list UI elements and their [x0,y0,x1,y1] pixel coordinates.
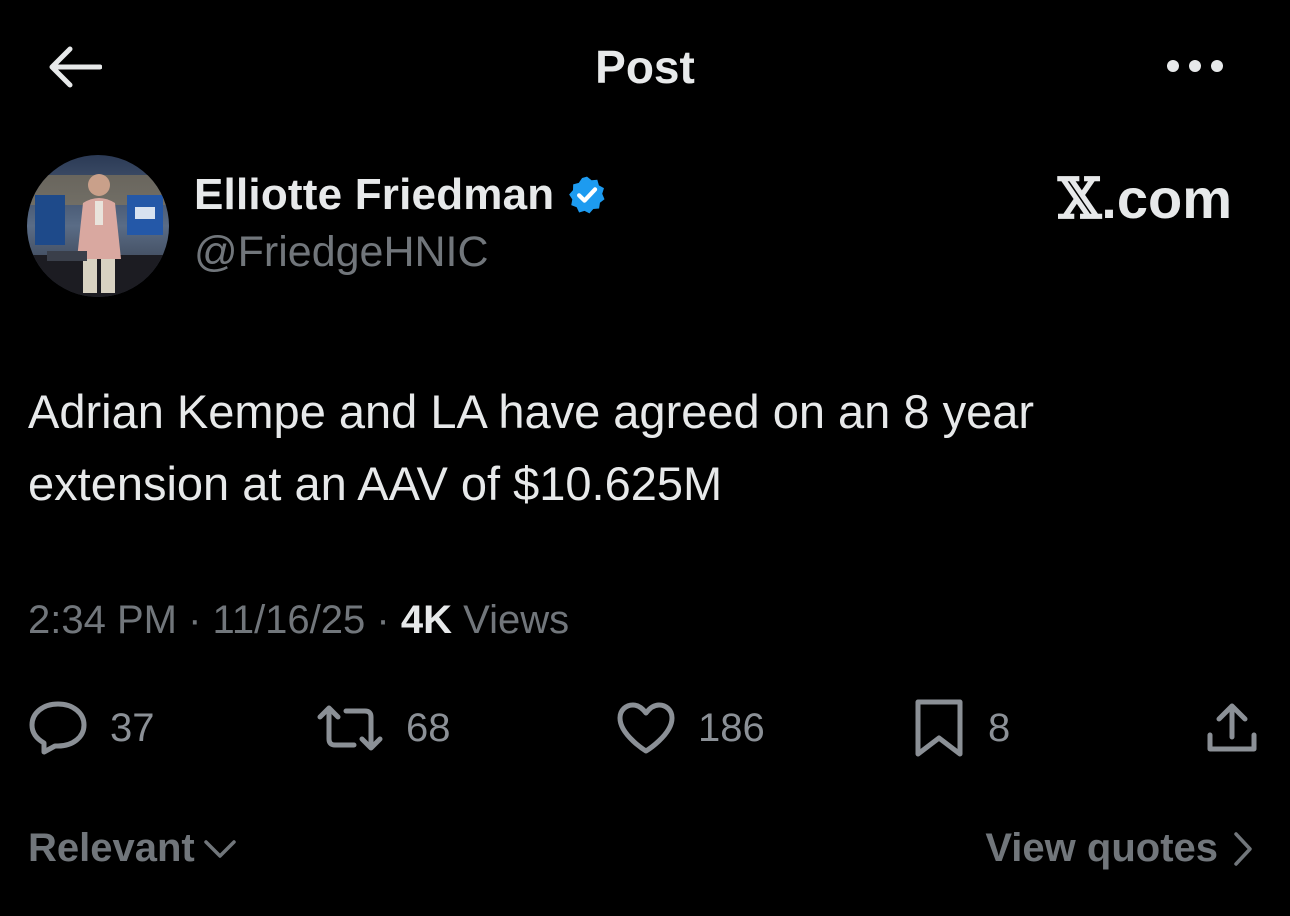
avatar-photo [27,155,169,297]
reply-icon [29,701,87,755]
repost-count: 68 [406,705,451,750]
more-horizontal-icon [1167,60,1223,72]
meta-separator-2: · [376,598,390,642]
arrow-left-icon [49,46,102,88]
like-button[interactable]: 186 [616,698,765,758]
avatar[interactable] [27,155,169,297]
repost-icon [317,705,383,751]
share-icon [1207,703,1257,752]
post-text: Adrian Kempe and LA have agreed on an 8 … [28,385,1035,510]
chevron-down-icon [204,839,236,858]
like-count: 186 [698,705,765,750]
post-time[interactable]: 2:34 PM [28,598,177,642]
back-button[interactable] [44,40,104,94]
author-name[interactable]: Elliotte Friedman [194,170,608,220]
meta-separator: · [188,598,202,642]
sort-label: Relevant [28,826,195,870]
views-label[interactable]: Views [463,598,569,642]
heart-icon [617,702,675,754]
reply-count: 37 [110,705,155,750]
reply-button[interactable]: 37 [28,698,155,758]
page-title: Post [595,41,695,93]
x-domain-text: .com [1101,167,1232,230]
post-detail-screen: Post Elliotte Friedman @FriedgeHNIC 𝕏.co… [0,0,1290,916]
bookmark-icon [915,699,963,757]
sort-replies-dropdown[interactable]: Relevant [28,826,237,871]
view-quotes-label: View quotes [985,826,1218,870]
verified-badge-icon [569,176,605,214]
repost-button[interactable]: 68 [316,698,451,758]
bookmark-count: 8 [988,705,1011,750]
post-meta: 2:34 PM · 11/16/25 · 4K Views [28,598,569,643]
author-handle[interactable]: @FriedgeHNIC [194,228,489,277]
post-date[interactable]: 11/16/25 [213,598,366,642]
author-display-name: Elliotte Friedman [194,170,555,219]
chevron-right-icon [1234,831,1252,866]
view-quotes-link[interactable]: View quotes [985,826,1254,871]
bookmark-button[interactable]: 8 [912,698,1010,758]
x-logo-mark: 𝕏 [1057,166,1102,232]
x-com-watermark: 𝕏.com [1058,166,1232,232]
share-button[interactable] [1202,698,1262,758]
views-count[interactable]: 4K [401,598,452,642]
more-options-button[interactable] [1160,44,1230,88]
